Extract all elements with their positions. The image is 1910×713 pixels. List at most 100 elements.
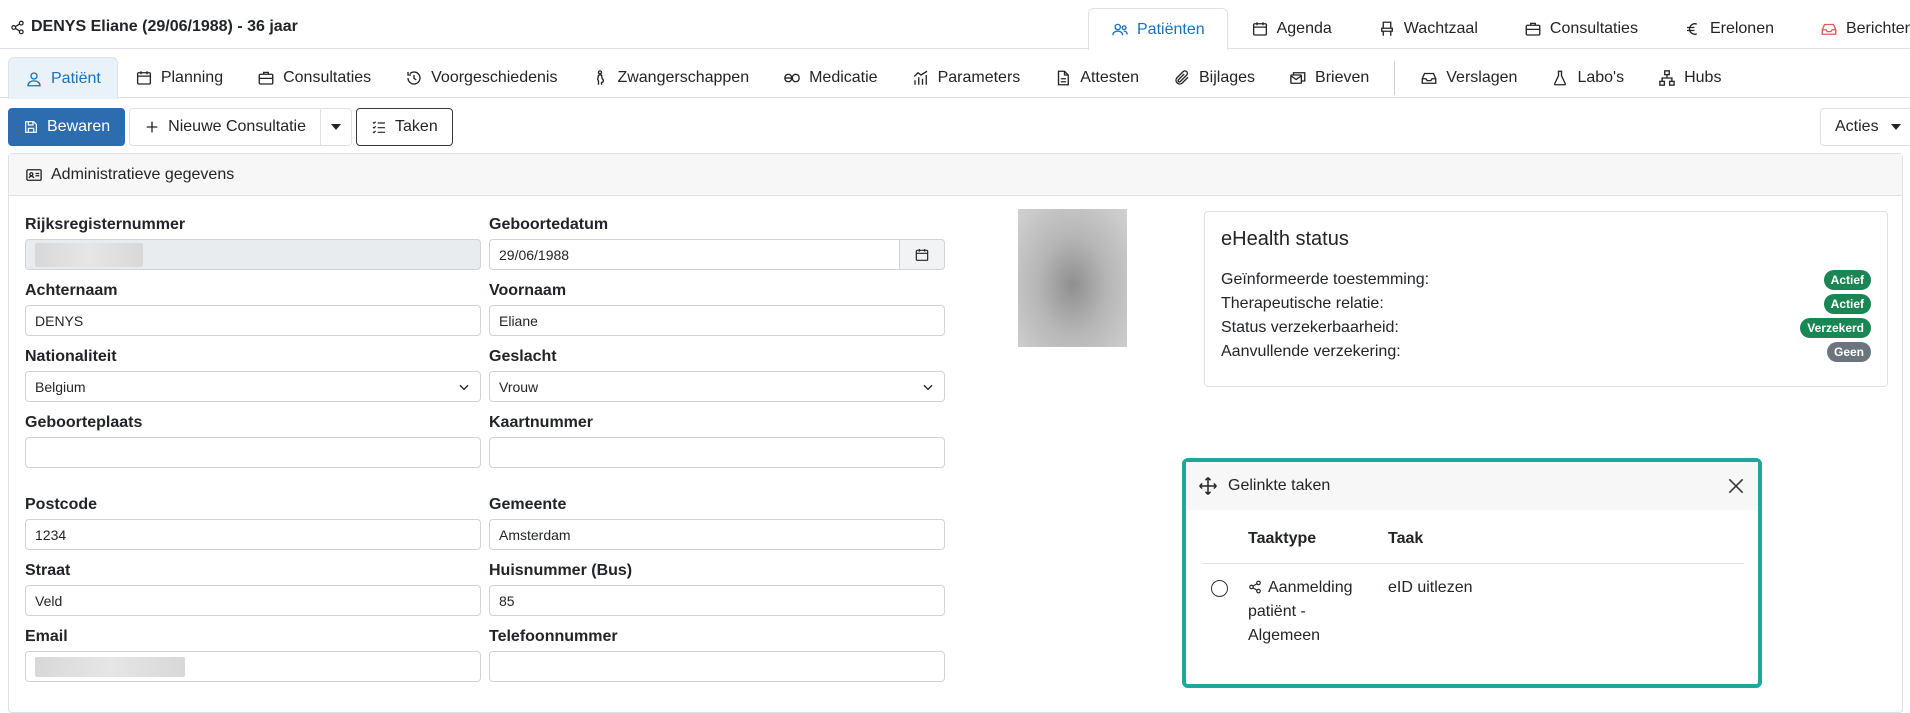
ehealth-row: Aanvullende verzekering: Geen [1221, 340, 1871, 364]
pills-icon [783, 69, 801, 87]
rrn-label: Rijksregisternummer [25, 216, 186, 233]
nav-wachtzaal[interactable]: Wachtzaal [1355, 8, 1501, 49]
save-icon [23, 119, 39, 135]
tab-hubs[interactable]: Hubs [1641, 57, 1738, 98]
nav-patienten[interactable]: Patiënten [1088, 8, 1228, 50]
status-badge: Verzekerd [1800, 318, 1871, 338]
patient-tabs: Patiënt Planning Consultaties Voorgeschi… [8, 57, 1738, 99]
lastname-input[interactable]: DENYS [25, 305, 481, 336]
tab-brieven[interactable]: Brieven [1272, 57, 1386, 98]
city-input[interactable]: Amsterdam [489, 519, 945, 550]
redacted-value [35, 242, 143, 267]
plus-icon [144, 119, 160, 135]
firstname-label: Voornaam [489, 282, 567, 299]
tab-verslagen[interactable]: Verslagen [1403, 57, 1534, 98]
main-nav: Patiënten Agenda Wachtzaal Consultaties … [1088, 8, 1910, 50]
inbox-icon [1420, 69, 1438, 87]
nav-consultaties[interactable]: Consultaties [1501, 8, 1661, 49]
id-card-icon [25, 166, 43, 184]
nationality-label: Nationaliteit [25, 348, 117, 365]
paperclip-icon [1173, 69, 1191, 87]
city-value: Amsterdam [499, 526, 571, 543]
chair-icon [1378, 20, 1396, 38]
nav-agenda[interactable]: Agenda [1228, 8, 1355, 49]
users-icon [1111, 21, 1129, 39]
rrn-input [25, 239, 481, 270]
nav-berichten[interactable]: Berichten [1797, 8, 1910, 49]
cardnumber-label: Kaartnummer [489, 414, 594, 431]
tab-parameters[interactable]: Parameters [895, 57, 1038, 98]
new-consult-dropdown[interactable] [321, 108, 353, 146]
date-picker-button[interactable] [900, 239, 945, 270]
tab-patient[interactable]: Patiënt [8, 57, 118, 99]
tab-medicatie[interactable]: Medicatie [766, 57, 894, 98]
patient-photo [1018, 209, 1127, 347]
phone-input[interactable] [489, 651, 945, 682]
nav-label: Patiënten [1137, 20, 1205, 38]
birthplace-input[interactable] [25, 437, 481, 468]
nav-label: Berichten [1845, 20, 1910, 37]
tab-label: Labo's [1577, 69, 1625, 86]
network-icon [1658, 69, 1676, 87]
tab-label: Parameters [937, 69, 1021, 86]
tab-label: Medicatie [809, 69, 878, 86]
patient-tabbar: Patiënt Planning Consultaties Voorgeschi… [0, 49, 1910, 99]
ehealth-label: Aanvullende verzekering: [1221, 343, 1401, 360]
task-radio[interactable] [1211, 580, 1228, 597]
tab-voorgeschiedenis[interactable]: Voorgeschiedenis [388, 57, 574, 98]
row-select-cell [1202, 576, 1248, 648]
housenumber-value: 85 [499, 592, 515, 609]
new-consult-button[interactable]: Nieuwe Consultatie [129, 108, 322, 146]
share-icon[interactable] [10, 20, 25, 35]
nav-erelonen[interactable]: Erelonen [1661, 8, 1797, 49]
redacted-value [35, 656, 185, 677]
close-icon[interactable] [1726, 476, 1746, 496]
phone-label: Telefoonnummer [489, 628, 618, 645]
chevron-down-icon [921, 380, 935, 394]
nationality-value: Belgium [35, 378, 86, 395]
move-icon[interactable] [1198, 476, 1218, 496]
postcode-value: 1234 [35, 526, 67, 543]
dob-label: Geboortedatum [489, 216, 609, 233]
tab-label: Hubs [1684, 69, 1722, 86]
dob-value: 29/06/1988 [499, 246, 570, 263]
chevron-down-icon [457, 380, 471, 394]
dob-input[interactable]: 29/06/1988 [489, 239, 900, 270]
ehealth-row: Status verzekerbaarheid: Verzekerd [1221, 316, 1871, 340]
ehealth-label: Status verzekerbaarheid: [1221, 319, 1399, 336]
tab-label: Zwangerschappen [617, 69, 750, 86]
status-badge: Actief [1823, 270, 1871, 290]
tab-planning[interactable]: Planning [118, 57, 240, 98]
document-icon [1054, 69, 1072, 87]
nav-label: Erelonen [1709, 20, 1774, 37]
header-cell [1202, 530, 1248, 563]
street-input[interactable]: Veld [25, 585, 481, 616]
tasks-button[interactable]: Taken [356, 108, 453, 146]
tab-attesten[interactable]: Attesten [1037, 57, 1156, 98]
postcode-input[interactable]: 1234 [25, 519, 481, 550]
card-title: Administratieve gegevens [51, 165, 235, 183]
status-badge: Actief [1823, 294, 1871, 314]
nationality-select[interactable]: Belgium [25, 371, 481, 402]
city-label: Gemeente [489, 496, 567, 513]
nav-label: Agenda [1276, 20, 1332, 37]
ehealth-label: Therapeutische relatie: [1221, 295, 1384, 312]
header-task: Taak [1388, 530, 1424, 547]
cardnumber-input[interactable] [489, 437, 945, 468]
save-button[interactable]: Bewaren [8, 108, 126, 146]
tab-zwangerschappen[interactable]: Zwangerschappen [574, 57, 766, 98]
tab-labos[interactable]: Labo's [1534, 57, 1641, 98]
patient-header: DENYS Eliane (29/06/1988) - 36 jaar [10, 18, 298, 36]
street-value: Veld [35, 592, 63, 609]
chart-icon [912, 69, 930, 87]
nav-label: Wachtzaal [1403, 20, 1478, 37]
briefcase-icon [1524, 20, 1542, 38]
email-input[interactable] [25, 651, 481, 682]
firstname-input[interactable]: Eliane [489, 305, 945, 336]
housenumber-input[interactable]: 85 [489, 585, 945, 616]
actions-button[interactable]: Acties [1820, 108, 1910, 146]
housenumber-label: Huisnummer (Bus) [489, 562, 633, 579]
gender-select[interactable]: Vrouw [489, 371, 945, 402]
tab-bijlages[interactable]: Bijlages [1156, 57, 1272, 98]
tab-consultaties[interactable]: Consultaties [240, 57, 388, 98]
